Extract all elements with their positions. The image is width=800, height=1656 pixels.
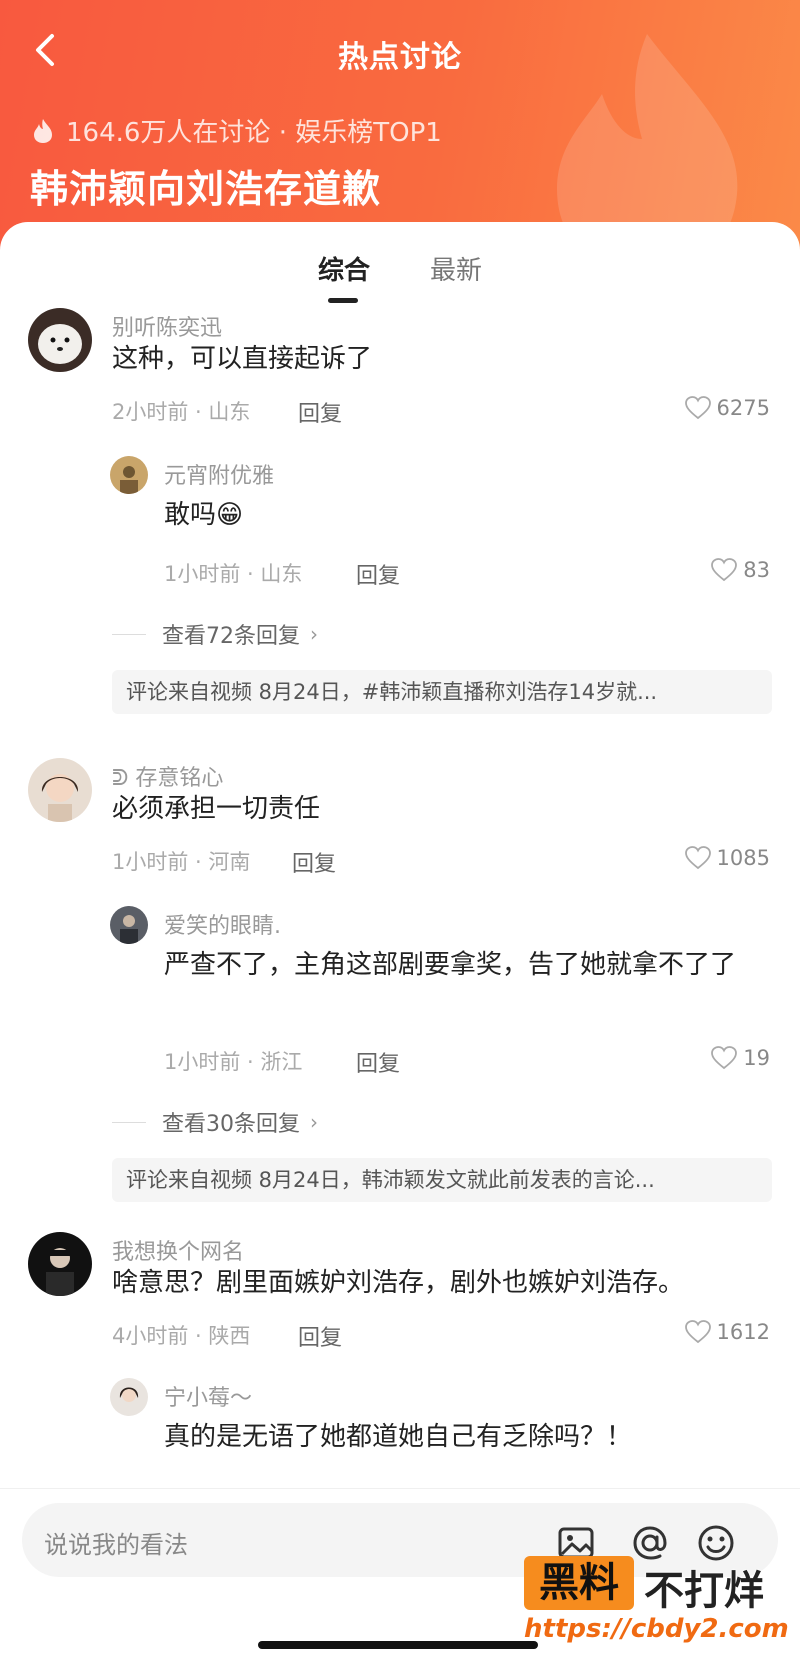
reply-avatar[interactable] [110,1378,148,1416]
username[interactable]: 我想换个网名 [112,1234,244,1266]
watermark-badge: 黑料 [524,1556,634,1610]
divider-dash [112,633,146,635]
avatar[interactable] [28,1232,92,1296]
reply-like-button[interactable]: 19 [711,1046,770,1070]
reply-button[interactable]: 回复 [298,396,342,428]
topic-title: 韩沛颖向刘浩存道歉 [30,167,382,211]
reply-button[interactable]: 回复 [292,846,336,878]
input-placeholder: 说说我的看法 [44,1531,188,1559]
reply-text: 严查不了，主角这部剧要拿奖，告了她就拿不了了 [164,950,737,980]
like-button[interactable]: 6275 [684,396,770,420]
comment-meta: 1小时前 · 河南 [112,850,251,874]
topic-header: 热点讨论 164.6万人在讨论 · 娱乐榜TOP1 韩沛颖向刘浩存道歉 [0,0,800,260]
comments-sheet: 综合 最新 别听陈奕迅 这种，可以直接起诉了 2小时前 · 山东 回复 6275… [0,222,800,1656]
fire-icon [34,118,52,143]
view-replies-link[interactable]: 查看30条回复 › [112,1106,318,1138]
watermark: 黑料 不打烊 https://cbdy2.com [520,1556,790,1650]
heart-icon [684,396,711,420]
reply-button[interactable]: 回复 [356,1046,400,1078]
discussion-meta: 164.6万人在讨论 · 娱乐榜TOP1 [32,112,442,149]
reply-like-button[interactable]: 83 [711,558,770,582]
reply-text: 敢吗😁 [164,500,244,530]
like-button[interactable]: 1612 [684,1320,770,1344]
chevron-right-icon: › [310,622,318,646]
chevron-right-icon: › [310,1110,318,1134]
reply-button[interactable]: 回复 [298,1320,342,1352]
reply-username[interactable]: 宁小莓～ [164,1380,252,1412]
like-count: 83 [743,558,770,582]
like-count: 1085 [716,846,770,870]
reply-avatar[interactable] [110,456,148,494]
comment-text: 必须承担一切责任 [112,794,321,824]
like-count: 19 [743,1046,770,1070]
view-replies-text: 查看72条回复 [162,624,300,649]
view-replies-text: 查看30条回复 [162,1112,300,1137]
view-replies-link[interactable]: 查看72条回复 › [112,618,318,650]
sort-tabs: 综合 最新 [0,242,800,303]
like-button[interactable]: 1085 [684,846,770,870]
video-source-link[interactable]: 评论来自视频 8月24日，韩沛颖发文就此前发表的言论... [112,1158,772,1202]
watermark-url: https://cbdy2.com [524,1614,789,1644]
reply-text: 真的是无语了她都道她自己有乏除吗？！ [164,1422,633,1452]
divider-dash [112,1121,146,1123]
like-count: 6275 [716,396,770,420]
reply-button[interactable]: 回复 [356,558,400,590]
avatar[interactable] [28,308,92,372]
tab-comprehensive[interactable]: 综合 [318,250,370,287]
comment-meta: 4小时前 · 陕西 [112,1324,251,1348]
comment-text: 这种，可以直接起诉了 [112,344,373,374]
home-indicator [258,1641,538,1649]
like-count: 1612 [716,1320,770,1344]
heart-icon [684,1320,711,1344]
username[interactable]: 别听陈奕迅 [112,310,222,342]
heart-icon [711,1046,738,1070]
reply-avatar[interactable] [110,906,148,944]
discussion-meta-text: 164.6万人在讨论 · 娱乐榜TOP1 [66,118,442,148]
reply-username[interactable]: 元宵附优雅 [164,458,274,490]
video-source-link[interactable]: 评论来自视频 8月24日，#韩沛颖直播称刘浩存14岁就... [112,670,772,714]
reply-meta: 1小时前 · 浙江 [164,1050,303,1074]
page-title: 热点讨论 [338,40,462,75]
active-tab-indicator [328,298,358,303]
tab-latest[interactable]: 最新 [430,250,482,287]
username[interactable]: ᕲ 存意铭心 [112,760,223,792]
heart-icon [711,558,738,582]
comment-meta: 2小时前 · 山东 [112,400,251,424]
comment-text: 啥意思？剧里面嫉妒刘浩存，剧外也嫉妒刘浩存。 [112,1268,685,1298]
heart-icon [684,846,711,870]
watermark-text: 不打烊 [644,1568,764,1614]
avatar[interactable] [28,758,92,822]
reply-username[interactable]: 爱笑的眼睛. [164,908,281,940]
reply-meta: 1小时前 · 山东 [164,562,303,586]
